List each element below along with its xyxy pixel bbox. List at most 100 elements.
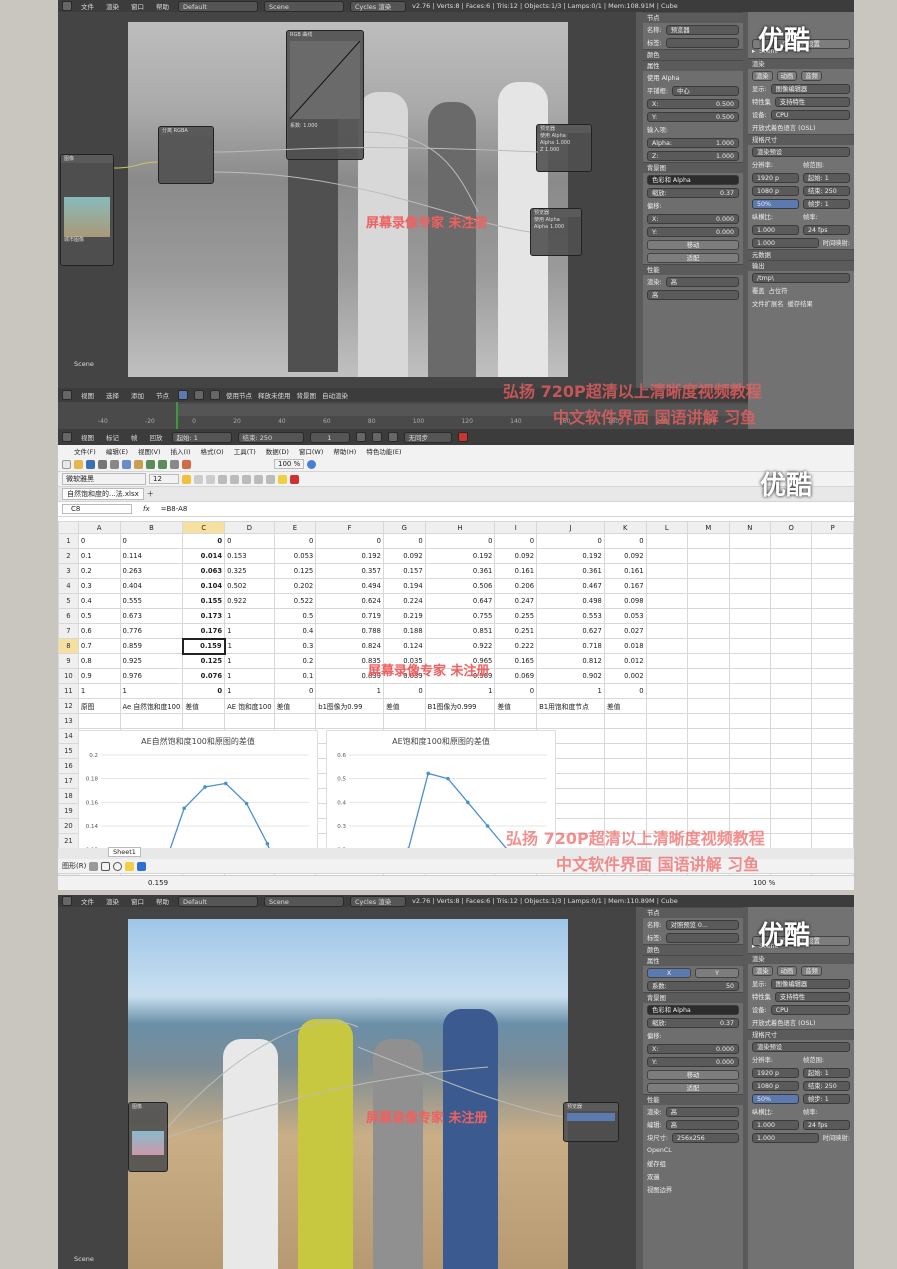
table-cell[interactable]: 0.161 <box>603 563 647 579</box>
row-header[interactable]: 3 <box>58 563 79 579</box>
xl-menu-view[interactable]: 视图(V) <box>138 446 161 456</box>
shader-type-icon[interactable] <box>178 390 188 400</box>
table-cell[interactable] <box>603 728 647 744</box>
color-section-header[interactable]: 颜色 <box>643 944 743 955</box>
render-preset-select[interactable]: 渲染预设 <box>752 146 850 157</box>
cache-checkbox[interactable]: 缓存结果 <box>787 299 812 308</box>
xl-menu-format[interactable]: 格式(O) <box>201 446 224 456</box>
table-cell[interactable]: 差值 <box>273 698 317 714</box>
column-header[interactable]: F <box>315 521 384 534</box>
texture-type-icon[interactable] <box>210 390 220 400</box>
x-axis-button[interactable]: X <box>647 967 691 978</box>
table-cell[interactable] <box>536 713 605 729</box>
menu-render[interactable]: 渲染 <box>103 1 122 11</box>
row-header[interactable]: 7 <box>58 623 79 639</box>
column-header[interactable]: M <box>687 521 730 534</box>
table-cell[interactable] <box>811 533 854 549</box>
table-cell[interactable]: 0.361 <box>424 563 496 579</box>
table-cell[interactable] <box>687 593 730 609</box>
table-cell[interactable]: 0.251 <box>494 623 538 639</box>
table-cell[interactable] <box>728 608 771 624</box>
frame-start-field[interactable]: 起始: 1 <box>803 172 850 183</box>
feature-select[interactable]: 支持特性 <box>774 991 850 1002</box>
table-cell[interactable] <box>645 743 689 759</box>
table-cell[interactable] <box>769 623 813 639</box>
underline-icon[interactable] <box>206 474 215 484</box>
row-header[interactable]: 5 <box>58 593 79 609</box>
table-cell[interactable]: 0.192 <box>315 548 384 564</box>
ellipse-icon[interactable] <box>113 861 123 871</box>
node-menu-view[interactable]: 视图 <box>78 390 97 400</box>
row-header[interactable]: 13 <box>58 713 79 729</box>
table-cell[interactable] <box>728 563 771 579</box>
font-size-select[interactable]: 12 <box>149 474 179 484</box>
table-cell[interactable]: 0.125 <box>182 653 226 669</box>
audio-button[interactable]: 音频 <box>801 70 822 81</box>
center-x-field[interactable]: X: 0.500 <box>647 98 739 109</box>
table-cell[interactable] <box>273 713 317 729</box>
table-cell[interactable] <box>811 668 854 684</box>
viewer2-alpha-value[interactable]: 1.000 <box>550 224 564 230</box>
render-quality-select[interactable]: 高 <box>665 1106 739 1117</box>
merge-icon[interactable] <box>254 474 263 484</box>
row-header[interactable]: 12 <box>58 698 79 714</box>
select-all-corner[interactable] <box>58 521 79 534</box>
new-icon[interactable] <box>62 459 71 469</box>
table-cell[interactable] <box>687 698 730 714</box>
row-header[interactable]: 15 <box>58 743 79 759</box>
table-cell[interactable] <box>687 563 730 579</box>
table-cell[interactable] <box>769 563 813 579</box>
table-cell[interactable] <box>645 533 689 549</box>
table-cell[interactable]: 0.114 <box>119 548 184 564</box>
aspect-x-field[interactable]: 1.000 <box>752 1119 799 1130</box>
device-select[interactable]: CPU <box>770 1004 850 1015</box>
table-cell[interactable]: 0.263 <box>119 563 184 579</box>
channels-select[interactable]: 色彩和 Alpha <box>647 174 739 185</box>
table-cell[interactable]: 0.206 <box>494 578 538 594</box>
column-header[interactable]: P <box>811 521 854 534</box>
performance-section-header[interactable]: 性能 <box>643 264 743 275</box>
layout-select[interactable]: Default <box>178 895 258 907</box>
table-cell[interactable]: 0.255 <box>494 608 538 624</box>
table-cell[interactable] <box>769 758 813 774</box>
table-cell[interactable]: 0.925 <box>119 653 184 669</box>
table-cell[interactable]: Ae 自然饱和度100 <box>119 698 184 714</box>
table-cell[interactable] <box>769 728 813 744</box>
table-cell[interactable]: 0.4 <box>273 623 317 639</box>
y-axis-button[interactable]: Y <box>695 967 739 978</box>
table-cell[interactable] <box>728 548 771 564</box>
table-cell[interactable]: 0.153 <box>224 548 275 564</box>
table-cell[interactable]: 0 <box>273 533 317 549</box>
table-cell[interactable]: 1 <box>224 668 275 684</box>
current-frame-field[interactable]: 1 <box>309 431 350 443</box>
table-cell[interactable] <box>769 683 813 699</box>
table-cell[interactable] <box>687 758 730 774</box>
table-cell[interactable] <box>728 803 771 819</box>
table-cell[interactable]: 0.092 <box>494 548 538 564</box>
table-cell[interactable] <box>811 758 854 774</box>
res-percent-field[interactable]: 50% <box>752 198 799 209</box>
cut-icon[interactable] <box>110 459 119 469</box>
table-cell[interactable] <box>687 788 730 804</box>
image-node-bottom[interactable]: 图像 <box>128 1102 168 1172</box>
sheet-tab[interactable]: Sheet1 <box>108 847 141 857</box>
use-nodes-toggle[interactable]: 使用节点 <box>226 390 252 400</box>
align-left-icon[interactable] <box>218 474 227 484</box>
open-icon[interactable] <box>74 459 83 469</box>
aspect-y-field[interactable]: 1.000 <box>752 237 819 248</box>
table-cell[interactable]: 0.018 <box>603 638 647 654</box>
playhead[interactable] <box>176 402 178 429</box>
node-menu-add[interactable]: 添加 <box>128 390 147 400</box>
curve-graph[interactable] <box>289 40 361 120</box>
table-cell[interactable]: 0.2 <box>273 653 317 669</box>
offset-x-field[interactable]: X: 0.000 <box>647 1043 739 1054</box>
table-cell[interactable]: 0.812 <box>536 653 605 669</box>
viewer2-use-alpha[interactable]: 使用 Alpha <box>531 217 581 224</box>
color-section-header[interactable]: 颜色 <box>643 49 743 60</box>
table-cell[interactable]: 0 <box>536 533 605 549</box>
table-cell[interactable] <box>769 773 813 789</box>
offset-y-field[interactable]: Y: 0.000 <box>647 1056 739 1067</box>
viewer-node-2[interactable]: 预览器 使用 Alpha Alpha 1.000 <box>530 208 582 256</box>
scene-select[interactable]: Scene <box>264 895 344 907</box>
viewer-selected-field[interactable] <box>567 1113 615 1121</box>
